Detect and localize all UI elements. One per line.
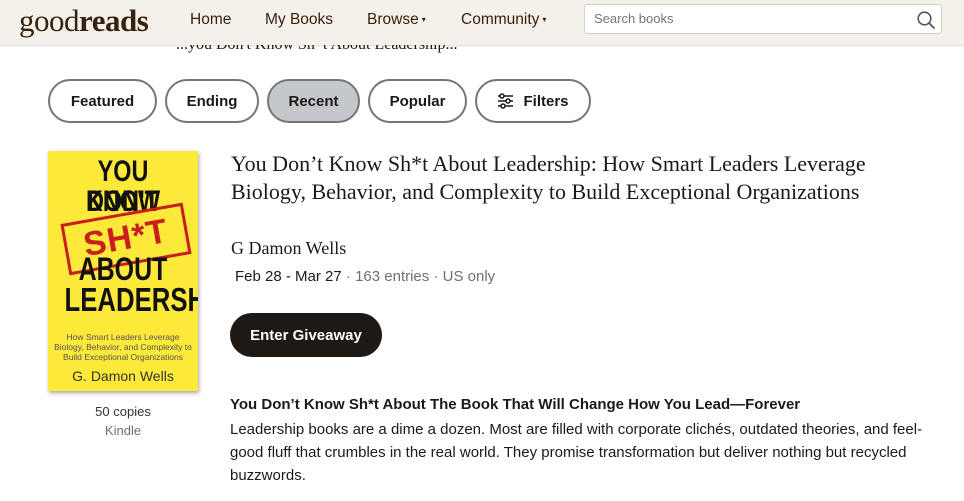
book-format: Kindle: [104, 423, 142, 438]
search-box: [584, 4, 942, 34]
chevron-down-icon: ▾: [542, 15, 547, 24]
nav-my-books[interactable]: My Books: [265, 11, 333, 29]
cover-title-line-4: LEADERSHIP: [64, 281, 199, 318]
search-input[interactable]: [594, 11, 904, 26]
tab-featured[interactable]: Featured: [48, 79, 157, 123]
nav-my-books-label: My Books: [265, 11, 334, 28]
tab-recent[interactable]: Recent: [267, 79, 360, 123]
enter-giveaway-button[interactable]: Enter Giveaway: [230, 313, 382, 357]
search-icon[interactable]: [916, 10, 936, 35]
nav-home-label: Home: [190, 11, 232, 28]
logo-part-reads: reads: [79, 3, 149, 38]
tab-ending-label: Ending: [186, 92, 238, 110]
nav-community-label: Community: [461, 11, 540, 28]
book-author[interactable]: G Damon Wells: [231, 238, 346, 259]
description-text: Leadership books are a dime a dozen. Mos…: [230, 421, 923, 484]
enter-giveaway-label: Enter Giveaway: [250, 326, 362, 344]
tab-featured-label: Featured: [70, 92, 135, 110]
tab-popular-label: Popular: [389, 92, 446, 110]
chevron-down-icon: ▾: [421, 15, 426, 24]
book-title[interactable]: You Don’t Know Sh*t About Leadership: Ho…: [231, 150, 931, 206]
goodreads-logo[interactable]: goodreads: [19, 3, 149, 39]
book-cover[interactable]: YOU DON'T KNOW SH*T ABOUT LEADERSHIP How…: [48, 151, 198, 391]
nav-browse[interactable]: Browse ▾: [367, 11, 426, 29]
filters-button[interactable]: Filters: [475, 79, 591, 123]
cover-subtitle: How Smart Leaders Leverage Biology, Beha…: [54, 332, 192, 362]
filters-label: Filters: [523, 92, 569, 110]
top-navigation-bar: goodreads Home My Books Browse ▾ Communit…: [0, 0, 964, 45]
meta-separator: ·: [433, 268, 439, 285]
tab-popular[interactable]: Popular: [368, 79, 467, 123]
sliders-icon: [497, 93, 514, 109]
region-restriction: US only: [442, 268, 496, 285]
cover-author: G. Damon Wells: [72, 368, 174, 384]
giveaway-dates: Feb 28 - Mar 27: [235, 268, 342, 285]
copies-count: 50 copies: [95, 404, 151, 419]
meta-separator: ·: [345, 268, 351, 285]
tab-recent-label: Recent: [288, 92, 339, 110]
tab-ending[interactable]: Ending: [165, 79, 259, 123]
description-heading: You Don’t Know Sh*t About The Book That …: [230, 396, 801, 413]
entries-count: 163 entries: [355, 268, 430, 285]
giveaway-meta: Feb 28 - Mar 27 · 163 entries · US only: [235, 268, 495, 285]
nav-browse-label: Browse: [367, 11, 419, 28]
logo-part-good: good: [19, 3, 80, 38]
nav-community[interactable]: Community ▾: [461, 11, 546, 29]
nav-home[interactable]: Home: [190, 11, 231, 29]
